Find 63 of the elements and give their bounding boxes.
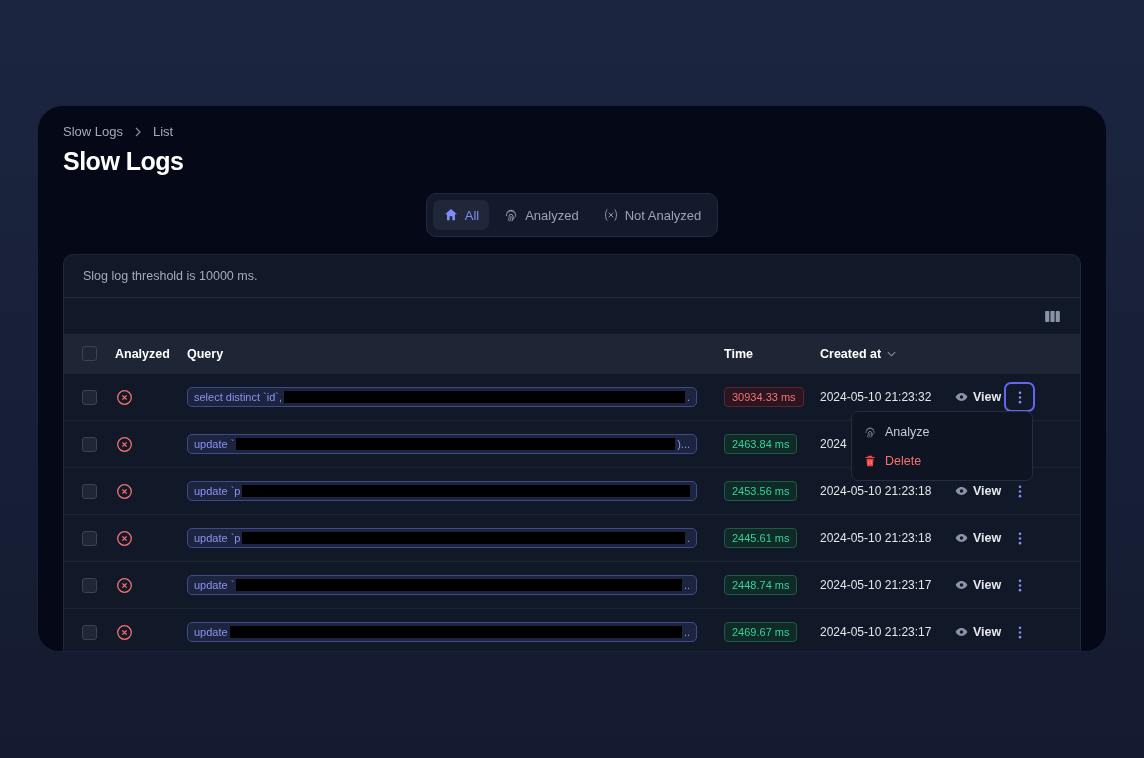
created-date: 2024-05-10 21:23:18 xyxy=(820,531,932,545)
created-date: 2024-05-10 21:23:18 xyxy=(820,484,932,498)
query-text: update ` xyxy=(194,438,235,450)
chevron-right-icon xyxy=(133,126,143,137)
column-header: Query xyxy=(187,346,225,361)
eye-icon xyxy=(955,533,968,543)
page-title: Slow Logs xyxy=(63,147,185,176)
created-date: 2024-05-10 21:23:17 xyxy=(820,625,932,639)
time-badge: 2453.56 ms xyxy=(724,481,798,501)
query-text: .. xyxy=(683,626,690,638)
row-checkbox[interactable] xyxy=(82,530,97,546)
column-header: Time xyxy=(724,346,754,361)
eye-icon xyxy=(955,627,968,637)
fingerprint-icon xyxy=(863,424,877,439)
query-text: update xyxy=(194,626,228,638)
query-text: select distinct `id`, xyxy=(194,391,283,403)
row-checkbox[interactable] xyxy=(82,389,97,405)
trash-icon xyxy=(863,453,877,468)
breadcrumb-link[interactable]: Slow Logs xyxy=(63,124,123,139)
view-button[interactable]: View xyxy=(955,484,1002,498)
column-header: Analyzed xyxy=(115,346,171,361)
time-badge: 2448.74 ms xyxy=(724,575,798,595)
query-text: update ` xyxy=(194,579,235,591)
eye-icon xyxy=(955,580,968,590)
menu-item[interactable]: Analyze xyxy=(852,417,1032,446)
query-text: update `p xyxy=(194,532,241,544)
eye-icon xyxy=(955,486,968,496)
eye-icon xyxy=(955,392,968,402)
view-button[interactable]: View xyxy=(955,625,1002,639)
time-badge: 2469.67 ms xyxy=(724,622,798,642)
query-text: )... xyxy=(677,438,690,450)
created-date: 2024 xyxy=(820,437,847,451)
dots-vertical-icon xyxy=(1017,484,1022,498)
threshold-notice: Slog log threshold is 10000 ms. xyxy=(64,255,1080,298)
variable-icon xyxy=(602,207,619,223)
dots-vertical-icon xyxy=(1017,390,1022,404)
created-date: 2024-05-10 21:23:17 xyxy=(820,578,932,592)
query-text: update `p xyxy=(194,485,241,497)
query-text: . xyxy=(686,391,690,403)
view-button[interactable]: View xyxy=(955,578,1002,592)
query-text: . xyxy=(686,532,690,544)
filter-tab[interactable]: All xyxy=(432,200,490,230)
dots-vertical-icon xyxy=(1017,578,1022,592)
time-badge: 2445.61 ms xyxy=(724,528,798,548)
view-button[interactable]: View xyxy=(955,531,1002,545)
time-badge: 30934.33 ms xyxy=(724,387,804,407)
columns-icon[interactable] xyxy=(1045,310,1060,322)
time-badge: 2463.84 ms xyxy=(724,434,798,454)
row-checkbox[interactable] xyxy=(82,436,97,452)
view-button[interactable]: View xyxy=(955,390,1002,404)
row-checkbox[interactable] xyxy=(82,483,97,499)
dots-vertical-icon xyxy=(1017,531,1022,545)
column-header[interactable]: Created at xyxy=(820,346,955,361)
dots-vertical-icon xyxy=(1017,625,1022,639)
row-checkbox[interactable] xyxy=(82,577,97,593)
chevron-down-icon xyxy=(887,350,897,357)
row-checkbox[interactable] xyxy=(82,624,97,640)
filter-tab[interactable]: Not Analyzed xyxy=(592,200,712,230)
select-all-checkbox[interactable] xyxy=(82,346,97,361)
filter-tab[interactable]: Analyzed xyxy=(493,200,589,230)
menu-item[interactable]: Delete xyxy=(852,446,1032,475)
created-date: 2024-05-10 21:23:32 xyxy=(820,390,932,404)
query-text: .. xyxy=(683,579,690,591)
